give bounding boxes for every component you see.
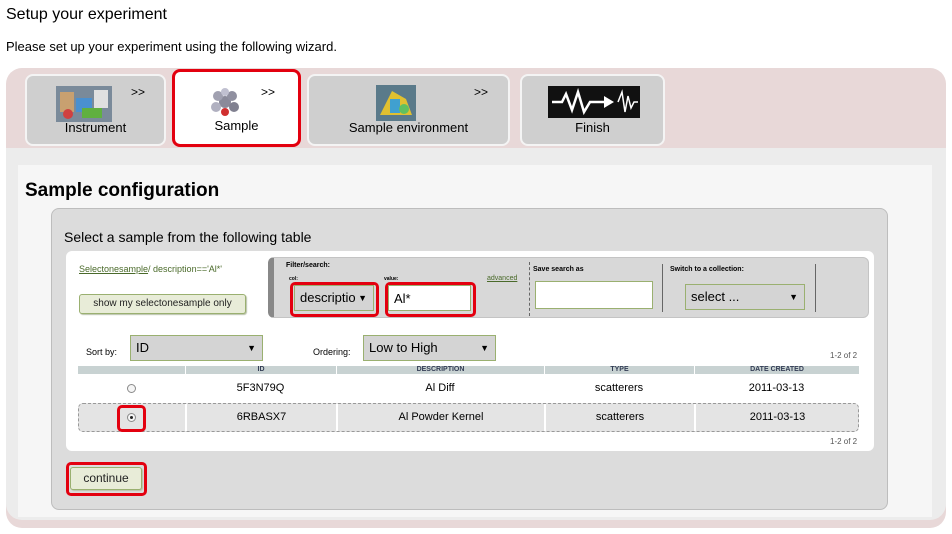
table-row[interactable]: 6RBASX7 Al Powder Kernel scatterers 2011… bbox=[78, 403, 859, 432]
column-select-value: descriptio bbox=[300, 290, 356, 305]
chevron-down-icon: ▼ bbox=[789, 292, 798, 302]
intro-text: Please set up your experiment using the … bbox=[6, 39, 337, 54]
table-header: ID DESCRIPTION TYPE DATE CREATED bbox=[78, 366, 859, 374]
column-header-id[interactable]: ID bbox=[185, 366, 336, 374]
next-arrows: >> bbox=[131, 85, 146, 99]
chevron-down-icon: ▼ bbox=[247, 343, 256, 353]
section-title: Sample configuration bbox=[25, 180, 220, 201]
row-radio-selected[interactable] bbox=[127, 413, 136, 422]
save-search-input[interactable] bbox=[535, 281, 653, 309]
filter-title: Filter/search: bbox=[286, 262, 330, 269]
breadcrumb-filter: / description=='Al*' bbox=[148, 264, 223, 274]
breadcrumb-link[interactable]: Selectonesample bbox=[79, 264, 148, 274]
column-header-description[interactable]: DESCRIPTION bbox=[336, 366, 544, 374]
row-radio[interactable] bbox=[127, 384, 136, 393]
column-header-type[interactable]: TYPE bbox=[544, 366, 694, 374]
advanced-link[interactable]: advanced bbox=[487, 275, 517, 282]
sample-environment-icon bbox=[376, 85, 416, 121]
chevron-down-icon: ▼ bbox=[358, 293, 367, 303]
divider bbox=[529, 262, 530, 316]
tab-sample[interactable]: >> Sample bbox=[172, 69, 301, 147]
cell-id: 5F3N79Q bbox=[236, 382, 285, 394]
next-arrows: >> bbox=[474, 85, 489, 99]
instrument-icon bbox=[56, 86, 112, 122]
ordering-label: Ordering: bbox=[313, 347, 351, 357]
ordering-select-value: Low to High bbox=[369, 340, 438, 355]
column-select[interactable]: descriptio ▼ bbox=[294, 285, 374, 311]
ordering-select[interactable]: Low to High ▼ bbox=[363, 335, 496, 361]
sort-label: Sort by: bbox=[86, 347, 118, 357]
cell-description: Al Diff bbox=[425, 382, 455, 394]
sort-select[interactable]: ID ▼ bbox=[130, 335, 263, 361]
pager-top: 1-2 of 2 bbox=[830, 351, 858, 360]
collection-select-value: select ... bbox=[691, 289, 740, 304]
cell-description: Al Powder Kernel bbox=[398, 411, 484, 423]
tab-instrument[interactable]: >> Instrument bbox=[25, 74, 166, 146]
continue-button[interactable]: continue bbox=[70, 467, 142, 490]
collection-label: Switch to a collection: bbox=[670, 266, 744, 273]
divider bbox=[662, 264, 663, 312]
tab-sample-environment[interactable]: >> Sample environment bbox=[307, 74, 510, 146]
cell-id: 6RBASX7 bbox=[236, 411, 287, 423]
cell-date: 2011-03-13 bbox=[748, 382, 805, 394]
finish-logo bbox=[548, 86, 640, 118]
collection-select[interactable]: select ... ▼ bbox=[685, 284, 805, 310]
page-title: Setup your experiment bbox=[6, 6, 167, 23]
cell-date: 2011-03-13 bbox=[749, 411, 806, 423]
divider bbox=[815, 264, 816, 312]
cell-type: scatterers bbox=[595, 411, 645, 423]
tab-instrument-label: Instrument bbox=[64, 120, 127, 135]
tab-finish[interactable]: Finish bbox=[520, 74, 665, 146]
cell-type: scatterers bbox=[594, 382, 644, 394]
tab-sample-environment-label: Sample environment bbox=[348, 120, 469, 135]
molecule-icon bbox=[211, 88, 239, 116]
next-arrows: >> bbox=[261, 85, 276, 99]
table-row[interactable]: 5F3N79Q Al Diff scatterers 2011-03-13 bbox=[78, 376, 859, 400]
breadcrumb: Selectonesample/ description=='Al*' bbox=[79, 264, 222, 274]
sort-select-value: ID bbox=[136, 340, 149, 355]
select-prompt: Select a sample from the following table bbox=[64, 229, 312, 245]
show-my-samples-button[interactable]: show my selectonesample only bbox=[79, 294, 246, 314]
column-header-select bbox=[78, 366, 185, 374]
chevron-down-icon: ▼ bbox=[480, 343, 489, 353]
pager-bottom: 1-2 of 2 bbox=[830, 437, 858, 446]
save-search-label: Save search as bbox=[533, 266, 584, 273]
tab-sample-label: Sample bbox=[214, 118, 259, 133]
tab-finish-label: Finish bbox=[575, 120, 610, 135]
value-input[interactable] bbox=[388, 285, 471, 311]
column-header-date-created[interactable]: DATE CREATED bbox=[694, 366, 859, 374]
